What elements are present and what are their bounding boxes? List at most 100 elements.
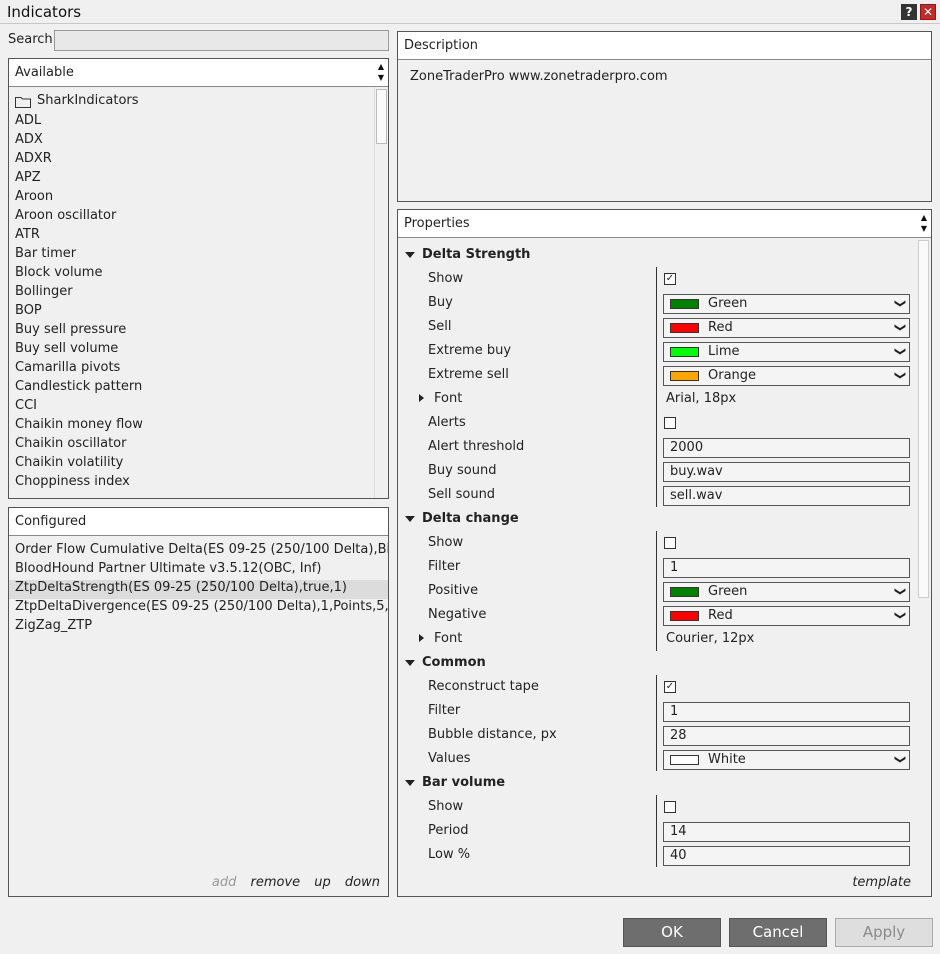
list-item[interactable]: Candlestick pattern — [15, 379, 142, 398]
list-item[interactable]: BOP — [15, 303, 42, 322]
column-divider[interactable] — [656, 723, 657, 747]
expand-icon[interactable] — [405, 252, 415, 258]
properties-scrollbar[interactable] — [917, 238, 931, 868]
list-item[interactable]: Camarilla pivots — [15, 360, 120, 379]
text-field[interactable]: 40 — [663, 846, 910, 866]
available-spin-arrows[interactable]: ▲ ▼ — [376, 61, 386, 83]
template-link[interactable]: template — [852, 875, 911, 890]
column-divider[interactable] — [656, 795, 657, 819]
column-divider[interactable] — [656, 387, 657, 411]
list-item[interactable]: Aroon oscillator — [15, 208, 116, 227]
list-item[interactable]: Buy sell pressure — [15, 322, 126, 341]
property-group[interactable]: Common — [398, 651, 918, 675]
list-item[interactable]: Block volume — [15, 265, 102, 284]
list-item[interactable]: ADX — [15, 132, 43, 151]
column-divider[interactable] — [656, 267, 657, 291]
available-scrollbar[interactable] — [374, 87, 388, 498]
text-field[interactable]: sell.wav — [663, 486, 910, 506]
property-group[interactable]: Bar volume — [398, 771, 918, 795]
column-divider[interactable] — [656, 459, 657, 483]
list-item[interactable]: Bollinger — [15, 284, 73, 303]
help-button[interactable]: ? — [901, 4, 917, 20]
column-divider[interactable] — [656, 819, 657, 843]
properties-spin-arrows[interactable]: ▲ ▼ — [919, 212, 929, 234]
list-item[interactable]: Chaikin oscillator — [15, 436, 126, 455]
collapse-icon[interactable] — [419, 634, 424, 642]
column-divider[interactable] — [656, 699, 657, 723]
close-button[interactable]: ✕ — [920, 4, 936, 20]
expand-icon[interactable] — [405, 516, 415, 522]
column-divider[interactable] — [656, 435, 657, 459]
up-link[interactable]: up — [314, 875, 331, 890]
text-field[interactable]: 1 — [663, 558, 910, 578]
add-link[interactable]: add — [212, 875, 236, 890]
list-item[interactable]: CCI — [15, 398, 37, 417]
font-value[interactable]: Courier, 12px — [666, 631, 754, 646]
checked-checkbox[interactable]: ✓ — [664, 273, 676, 285]
collapse-icon[interactable] — [419, 394, 424, 402]
checkbox[interactable] — [664, 417, 676, 429]
column-divider[interactable] — [656, 675, 657, 699]
color-swatch — [670, 587, 699, 597]
column-divider[interactable] — [656, 531, 657, 555]
text-field[interactable]: 2000 — [663, 438, 910, 458]
apply-button[interactable]: Apply — [835, 918, 933, 947]
list-item[interactable]: ADL — [15, 113, 41, 132]
list-item[interactable]: Chaikin volatility — [15, 455, 123, 474]
color-select[interactable]: Red ❯ — [663, 606, 910, 626]
property-group[interactable]: Delta change — [398, 507, 918, 531]
configured-item[interactable]: BloodHound Partner Ultimate v3.5.12(OBC,… — [9, 561, 388, 580]
color-select[interactable]: Orange ❯ — [663, 366, 910, 386]
checkbox[interactable] — [664, 801, 676, 813]
column-divider[interactable] — [656, 627, 657, 651]
column-divider[interactable] — [656, 315, 657, 339]
down-link[interactable]: down — [345, 875, 380, 890]
ok-button[interactable]: OK — [623, 918, 721, 947]
color-select[interactable]: Lime ❯ — [663, 342, 910, 362]
properties-title: Properties — [404, 216, 470, 231]
list-item[interactable]: Bar timer — [15, 246, 76, 265]
folder-item[interactable]: SharkIndicators — [15, 93, 139, 112]
expand-icon[interactable] — [405, 660, 415, 666]
text-field[interactable]: 14 — [663, 822, 910, 842]
configured-item[interactable]: ZigZag_ZTP — [9, 618, 388, 637]
property-group[interactable]: Delta Strength — [398, 243, 918, 267]
column-divider[interactable] — [656, 603, 657, 627]
list-item[interactable]: ADXR — [15, 151, 52, 170]
list-item[interactable]: Chaikin money flow — [15, 417, 143, 436]
font-value[interactable]: Arial, 18px — [666, 391, 736, 406]
column-divider[interactable] — [656, 579, 657, 603]
checked-checkbox[interactable]: ✓ — [664, 681, 676, 693]
available-scroll-thumb[interactable] — [376, 89, 387, 144]
column-divider[interactable] — [656, 411, 657, 435]
color-select[interactable]: White ❯ — [663, 750, 910, 770]
text-field[interactable]: 28 — [663, 726, 910, 746]
column-divider[interactable] — [656, 747, 657, 771]
text-field[interactable]: 1 — [663, 702, 910, 722]
column-divider[interactable] — [656, 363, 657, 387]
column-divider[interactable] — [656, 555, 657, 579]
color-select[interactable]: Green ❯ — [663, 294, 910, 314]
search-input[interactable] — [54, 30, 389, 51]
expand-icon[interactable] — [405, 780, 415, 786]
cancel-button[interactable]: Cancel — [729, 918, 827, 947]
color-select[interactable]: Red ❯ — [663, 318, 910, 338]
configured-item[interactable]: ZtpDeltaStrength(ES 09-25 (250/100 Delta… — [9, 580, 388, 599]
properties-scroll-thumb[interactable] — [918, 240, 929, 598]
checkbox[interactable] — [664, 537, 676, 549]
color-swatch — [670, 299, 699, 309]
column-divider[interactable] — [656, 843, 657, 867]
list-item[interactable]: Choppiness index — [15, 474, 130, 493]
color-select[interactable]: Green ❯ — [663, 582, 910, 602]
remove-link[interactable]: remove — [250, 875, 300, 890]
configured-item[interactable]: ZtpDeltaDivergence(ES 09-25 (250/100 Del… — [9, 599, 388, 618]
column-divider[interactable] — [656, 291, 657, 315]
configured-item[interactable]: Order Flow Cumulative Delta(ES 09-25 (25… — [9, 542, 388, 561]
column-divider[interactable] — [656, 339, 657, 363]
list-item[interactable]: APZ — [15, 170, 41, 189]
list-item[interactable]: Aroon — [15, 189, 53, 208]
text-field[interactable]: buy.wav — [663, 462, 910, 482]
column-divider[interactable] — [656, 483, 657, 507]
list-item[interactable]: ATR — [15, 227, 40, 246]
list-item[interactable]: Buy sell volume — [15, 341, 118, 360]
